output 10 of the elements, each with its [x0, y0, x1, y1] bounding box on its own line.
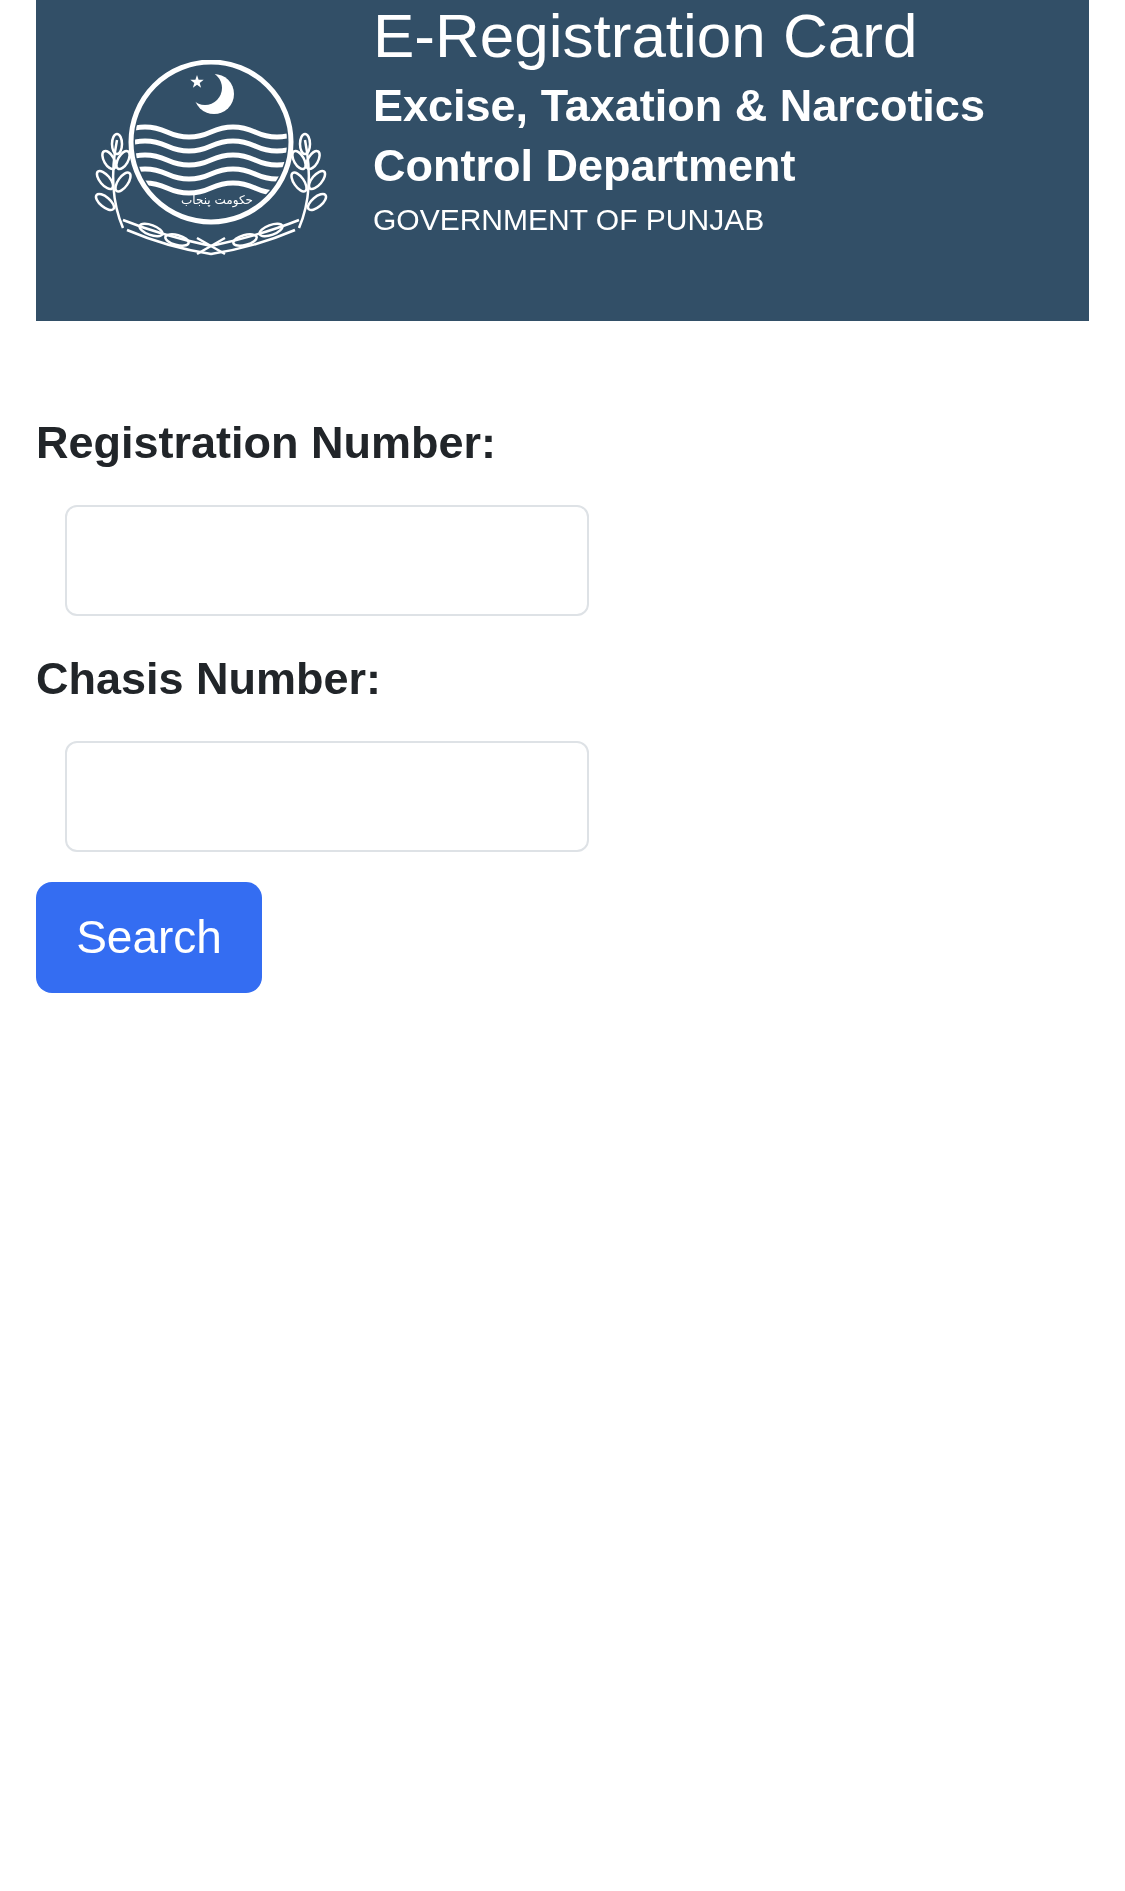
- emblem-logo-icon: [93, 60, 329, 257]
- field-label: Registration Number:: [36, 416, 497, 469]
- page-title: E-Registration Card: [373, 0, 918, 72]
- text-input[interactable]: [65, 505, 589, 616]
- government-name: GOVERNMENT OF PUNJAB: [373, 202, 765, 238]
- emblem-caption: حکومت پنجاب: [181, 192, 253, 208]
- department-name: Excise, Taxation & Narcotics Control Department: [373, 79, 986, 193]
- text-input[interactable]: [65, 741, 589, 852]
- field-label: Chasis Number:: [36, 652, 382, 705]
- search-button[interactable]: Search: [36, 882, 262, 993]
